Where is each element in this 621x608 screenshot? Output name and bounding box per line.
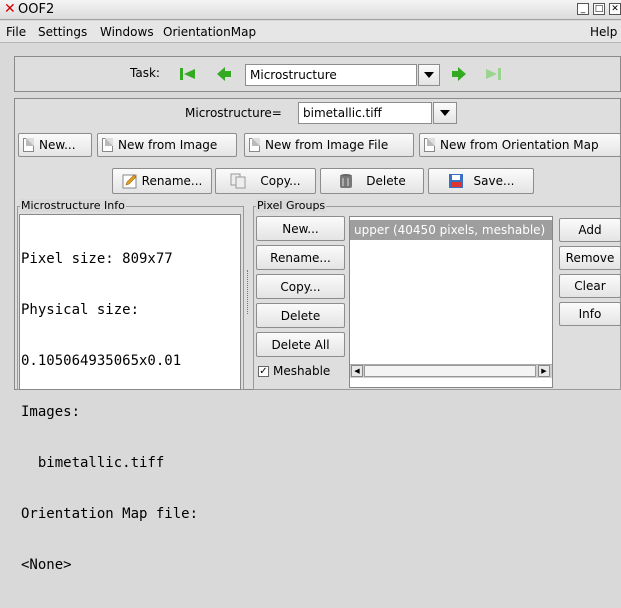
info-line: Orientation Map file: [21, 506, 199, 522]
scroll-left-arrow[interactable]: ◀ [351, 365, 363, 377]
document-icon [23, 138, 34, 152]
next-last-button[interactable] [483, 64, 503, 84]
new-from-orientation-map-button[interactable]: New from Orientation Map [419, 133, 621, 157]
microstructure-select[interactable]: bimetallic.tiff [298, 102, 432, 124]
document-icon [102, 138, 113, 152]
checkbox-icon[interactable]: ✓ [258, 365, 269, 377]
save-button-label: Save... [473, 174, 515, 188]
menu-bar [0, 21, 621, 43]
task-label: Task: [130, 66, 160, 80]
copy-button-label: Copy... [260, 174, 301, 188]
minimize-button[interactable]: _ [577, 3, 589, 15]
info-button[interactable]: Info [559, 302, 621, 326]
pixel-groups-label: Pixel Groups [256, 199, 327, 212]
microstructure-info-text: Pixel size: 809x77 Physical size: 0.1050… [19, 214, 241, 573]
info-line: <None> [21, 557, 72, 573]
scroll-right-arrow[interactable]: ▶ [538, 365, 550, 377]
info-line: Images: [21, 404, 81, 420]
task-select[interactable]: Microstructure [245, 64, 417, 86]
chevron-down-icon [440, 110, 450, 116]
close-button[interactable]: ✕ [609, 3, 621, 15]
pixelgroup-copy-button[interactable]: Copy... [256, 274, 345, 299]
microstructure-info-label: Microstructure Info [20, 199, 126, 212]
document-icon [424, 138, 435, 152]
new-from-image-label: New from Image [118, 138, 218, 152]
menu-file[interactable]: File [6, 25, 26, 39]
task-select-arrow[interactable] [418, 64, 440, 86]
next-icon [452, 67, 466, 81]
rename-button[interactable]: Rename... [112, 168, 212, 194]
chevron-down-icon [424, 72, 434, 78]
document-icon [249, 138, 260, 152]
delete-button-label: Delete [366, 174, 406, 188]
new-button-label: New... [39, 138, 76, 152]
pixelgroup-new-button[interactable]: New... [256, 216, 345, 241]
info-line: Pixel size: 809x77 [21, 251, 173, 267]
title-bar [0, 0, 621, 20]
clear-button[interactable]: Clear [559, 274, 621, 298]
pencil-icon [122, 174, 137, 189]
prev-first-button[interactable] [178, 64, 198, 84]
meshable-label: Meshable [273, 364, 331, 378]
microstructure-select-arrow[interactable] [433, 102, 457, 124]
floppy-icon [448, 174, 463, 188]
menu-windows[interactable]: Windows [100, 25, 154, 39]
pixelgroup-delete-all-button[interactable]: Delete All [256, 332, 345, 357]
new-button[interactable]: New... [18, 133, 92, 157]
copy-button[interactable]: Copy... [215, 168, 316, 194]
prev-first-icon [180, 68, 195, 80]
info-line: Physical size: [21, 302, 140, 318]
new-from-image-file-label: New from Image File [265, 138, 389, 152]
trash-icon [340, 174, 353, 188]
menu-help[interactable]: Help [590, 25, 617, 39]
menu-orientationmap[interactable]: OrientationMap [163, 25, 256, 39]
delete-button[interactable]: Delete [320, 168, 424, 194]
microstructure-select-value: bimetallic.tiff [303, 106, 382, 120]
menu-settings[interactable]: Settings [38, 25, 87, 39]
task-select-value: Microstructure [250, 68, 337, 82]
pane-divider-handle[interactable] [247, 270, 250, 314]
window-title: OOF2 [18, 2, 55, 17]
prev-icon [217, 67, 231, 81]
pixelgroup-rename-button[interactable]: Rename... [256, 245, 345, 270]
microstructure-label: Microstructure= [185, 106, 282, 120]
save-button[interactable]: Save... [428, 168, 534, 194]
new-from-orientation-map-label: New from Orientation Map [440, 138, 599, 152]
info-line: bimetallic.tiff [21, 455, 165, 471]
maximize-button[interactable]: □ [593, 3, 605, 15]
new-from-image-file-button[interactable]: New from Image File [244, 133, 414, 157]
next-button[interactable] [449, 64, 469, 84]
meshable-checkbox-row[interactable]: ✓ Meshable [258, 364, 330, 378]
remove-button[interactable]: Remove [559, 246, 621, 270]
prev-button[interactable] [214, 64, 234, 84]
pixelgroup-delete-button[interactable]: Delete [256, 303, 345, 328]
rename-button-label: Rename... [141, 174, 203, 188]
scrollbar-thumb[interactable] [364, 365, 536, 377]
list-item[interactable]: upper (40450 pixels, meshable) [350, 220, 552, 240]
next-last-icon [486, 68, 501, 80]
info-line: 0.105064935065x0.01 [21, 353, 182, 369]
copy-icon [230, 173, 246, 189]
new-from-image-button[interactable]: New from Image [97, 133, 237, 157]
add-button[interactable]: Add [559, 218, 621, 242]
pixel-group-list[interactable] [349, 216, 553, 388]
app-close-icon[interactable]: ✕ [4, 1, 16, 17]
